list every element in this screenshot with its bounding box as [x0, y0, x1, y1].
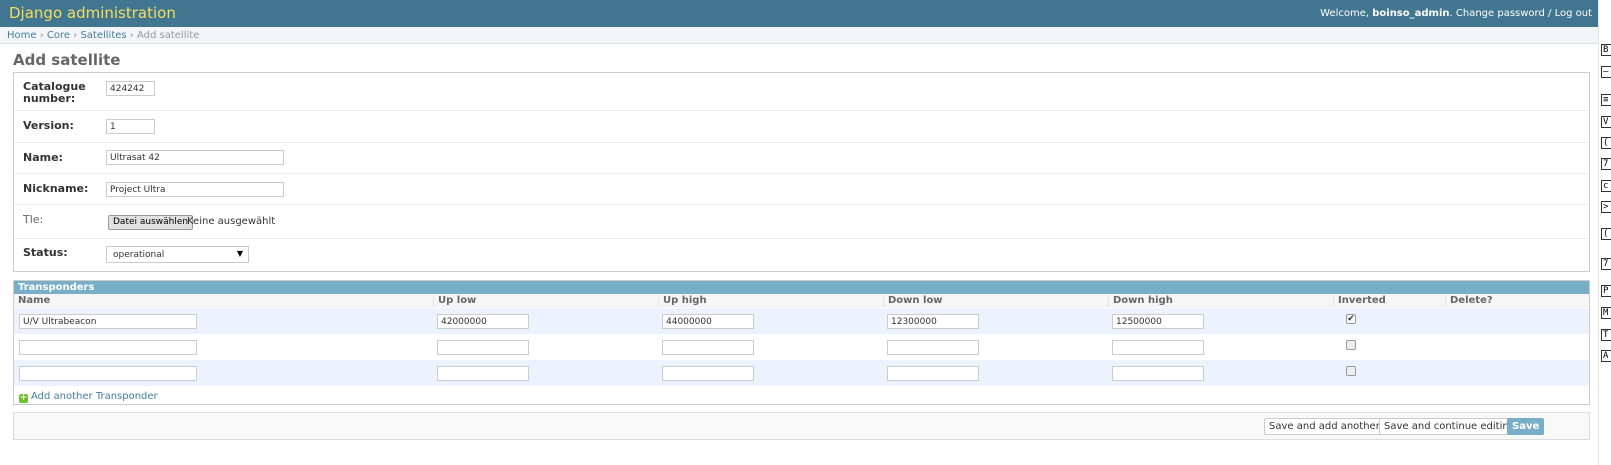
breadcrumb-satellites[interactable]: Satellites [80, 30, 126, 41]
down-high-input[interactable] [1112, 314, 1204, 329]
breadcrumb-separator: › [129, 30, 134, 41]
name-label: Name: [23, 151, 63, 164]
strip-glyph: ≡ [1601, 94, 1611, 106]
inverted-checkbox[interactable]: ✔ [1346, 314, 1356, 324]
up-low-input[interactable] [437, 366, 529, 381]
column-header-up-high: Up high [658, 295, 707, 307]
column-header-name: Name [18, 295, 51, 306]
status-selected-value: operational [113, 250, 165, 260]
inverted-checkbox[interactable] [1346, 366, 1356, 376]
strip-glyph: 7 [1601, 158, 1611, 170]
catalogue-number-input[interactable] [106, 81, 155, 96]
form-row-status: Status: operational ▼ [14, 239, 1589, 273]
table-row: ✔ [14, 308, 1589, 334]
transponders-inline: Transponders Name Up low Up high Down lo… [13, 280, 1590, 405]
column-header-down-low: Down low [883, 295, 943, 307]
version-input[interactable] [106, 119, 155, 134]
strip-glyph: P [1601, 285, 1611, 297]
strip-glyph: T [1601, 329, 1611, 341]
save-and-add-another-button[interactable]: Save and add another [1264, 418, 1385, 435]
status-select[interactable]: operational ▼ [106, 246, 249, 263]
form-row-name: Name: [14, 143, 1589, 174]
inverted-checkbox[interactable] [1346, 340, 1356, 350]
breadcrumb-separator: › [39, 30, 44, 41]
breadcrumb-current: Add satellite [136, 30, 200, 41]
transponders-caption: Transponders [14, 281, 1589, 294]
save-and-continue-button[interactable]: Save and continue editing [1379, 418, 1521, 435]
choose-file-button[interactable]: Datei auswählen [108, 215, 194, 230]
up-low-input[interactable] [437, 314, 529, 329]
logout-link[interactable]: Log out [1555, 8, 1592, 19]
transponders-table-header: Name Up low Up high Down low Down high I… [14, 294, 1589, 307]
save-button[interactable]: Save [1507, 418, 1545, 435]
user-tools-separator: / [1548, 8, 1552, 19]
form-row-nickname: Nickname: [14, 174, 1589, 205]
down-low-input[interactable] [887, 366, 979, 381]
user-tools: Welcome, boinso_admin. Change password /… [1320, 8, 1592, 19]
status-label: Status: [23, 246, 68, 259]
down-high-input[interactable] [1112, 340, 1204, 355]
down-low-input[interactable] [887, 340, 979, 355]
username: boinso_admin [1372, 8, 1450, 19]
nickname-input[interactable] [106, 182, 284, 197]
site-branding[interactable]: Django administration [9, 4, 176, 22]
strip-glyph: B [1601, 44, 1611, 56]
welcome-text: Welcome, [1320, 8, 1370, 19]
strip-glyph: M [1601, 307, 1611, 319]
up-low-input[interactable] [437, 340, 529, 355]
strip-glyph: — [1601, 66, 1611, 78]
plus-icon: + [19, 393, 28, 403]
up-high-input[interactable] [662, 314, 754, 329]
up-high-input[interactable] [662, 340, 754, 355]
breadcrumb-core[interactable]: Core [47, 30, 70, 41]
breadcrumb: Home › Core › Satellites › Add satellite [0, 27, 1598, 44]
satellite-fieldset: Catalogue number: Version: Name: Nicknam… [13, 72, 1590, 272]
add-another-transponder-link[interactable]: + Add another Transponder [19, 391, 158, 403]
table-row [14, 334, 1589, 360]
strip-glyph: A [1601, 350, 1611, 362]
table-row [14, 360, 1589, 386]
column-header-delete: Delete? [1445, 295, 1493, 307]
form-row-tle: Tle: Datei auswählen Keine ausgewählt [14, 205, 1589, 239]
form-row-catalogue-number: Catalogue number: [14, 73, 1589, 111]
name-input[interactable] [106, 150, 284, 165]
catalogue-label-line2: number: [23, 92, 76, 105]
strip-glyph: c [1601, 180, 1611, 192]
breadcrumb-separator: › [73, 30, 78, 41]
site-header: Django administration Welcome, boinso_ad… [0, 0, 1598, 27]
strip-glyph: ( [1601, 137, 1611, 149]
down-high-input[interactable] [1112, 366, 1204, 381]
version-label: Version: [23, 119, 74, 132]
catalogue-number-label: Catalogue number: [23, 81, 86, 105]
column-header-down-high: Down high [1108, 295, 1173, 307]
file-status-text: Keine ausgewählt [187, 216, 276, 227]
transponder-name-input[interactable] [19, 366, 197, 381]
dropdown-arrow-icon: ▼ [236, 249, 243, 258]
submit-row: Save and add another Save and continue e… [13, 412, 1590, 440]
tle-label: Tle: [23, 213, 44, 226]
strip-glyph: V [1601, 116, 1611, 128]
transponder-name-input[interactable] [19, 340, 197, 355]
breadcrumb-home[interactable]: Home [7, 30, 37, 41]
page-title: Add satellite [13, 51, 121, 69]
form-row-version: Version: [14, 111, 1589, 143]
transponder-name-input[interactable] [19, 314, 197, 329]
add-another-label: Add another Transponder [31, 391, 158, 402]
change-password-link[interactable]: Change password [1456, 8, 1545, 19]
column-header-inverted: Inverted [1333, 295, 1386, 307]
side-strip: B — ≡ V ( 7 c > ( 7 P M T A [1598, 0, 1611, 465]
strip-glyph: 7 [1601, 258, 1611, 270]
up-high-input[interactable] [662, 366, 754, 381]
down-low-input[interactable] [887, 314, 979, 329]
strip-glyph: > [1601, 201, 1611, 213]
column-header-up-low: Up low [433, 295, 476, 307]
strip-glyph: ( [1601, 228, 1611, 240]
nickname-label: Nickname: [23, 182, 89, 195]
